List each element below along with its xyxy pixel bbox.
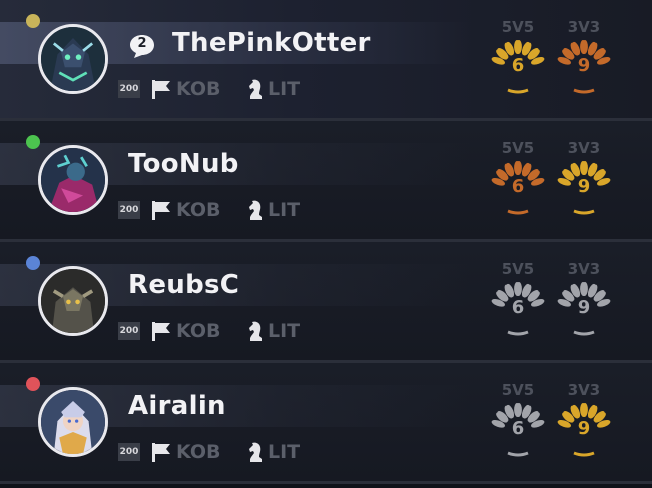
status-indicator <box>26 256 40 270</box>
rank-number: 6 <box>511 297 525 318</box>
player-name[interactable]: ReubsC <box>128 270 239 300</box>
kob-label: KOB <box>176 441 221 463</box>
rank-number: 9 <box>577 55 591 76</box>
kob-label: KOB <box>176 199 221 221</box>
flag-icon <box>150 320 172 342</box>
chess-knight-icon <box>244 440 266 464</box>
unread-message-count: 2 <box>137 36 147 51</box>
rank-number: 6 <box>511 55 525 76</box>
level-badge: 200 <box>118 80 140 98</box>
avatar[interactable] <box>38 387 108 457</box>
lit-label: LIT <box>268 320 301 342</box>
rank-number: 9 <box>577 418 591 439</box>
level-badge: 200 <box>118 443 140 461</box>
avatar[interactable] <box>38 145 108 215</box>
status-indicator <box>26 14 40 28</box>
kob-label: KOB <box>176 78 221 100</box>
rank-number: 9 <box>577 297 591 318</box>
rank-laurel-icon[interactable]: 9 <box>556 38 612 96</box>
mode-label-5v5: 5V5 <box>501 18 535 36</box>
chess-knight-icon <box>244 198 266 222</box>
level-badge: 200 <box>118 201 140 219</box>
rank-laurel-icon[interactable]: 9 <box>556 401 612 459</box>
avatar[interactable] <box>38 24 108 94</box>
rank-number: 6 <box>511 418 525 439</box>
player-name[interactable]: ThePinkOtter <box>172 28 371 58</box>
rank-laurel-icon[interactable]: 6 <box>490 38 546 96</box>
player-card[interactable]: 2 ThePinkOtter 200 KOB LIT 5V5 6 3V3 9 <box>0 0 652 121</box>
status-indicator <box>26 377 40 391</box>
mode-label-3v3: 3V3 <box>567 260 601 278</box>
rank-number: 9 <box>577 176 591 197</box>
flag-icon <box>150 78 172 100</box>
rank-laurel-icon[interactable]: 9 <box>556 280 612 338</box>
player-card[interactable]: Airalin 200 KOB LIT 5V5 6 3V3 9 <box>0 363 652 484</box>
rank-laurel-icon[interactable]: 6 <box>490 280 546 338</box>
flag-icon <box>150 441 172 463</box>
player-card[interactable]: ReubsC 200 KOB LIT 5V5 6 3V3 9 <box>0 242 652 363</box>
mode-label-3v3: 3V3 <box>567 381 601 399</box>
rank-laurel-icon[interactable]: 9 <box>556 159 612 217</box>
player-card[interactable]: TooNub 200 KOB LIT 5V5 6 3V3 9 <box>0 121 652 242</box>
mode-label-5v5: 5V5 <box>501 260 535 278</box>
lit-label: LIT <box>268 441 301 463</box>
mode-label-3v3: 3V3 <box>567 139 601 157</box>
mode-label-3v3: 3V3 <box>567 18 601 36</box>
rank-laurel-icon[interactable]: 6 <box>490 159 546 217</box>
chess-knight-icon <box>244 77 266 101</box>
rank-number: 6 <box>511 176 525 197</box>
avatar[interactable] <box>38 266 108 336</box>
player-name[interactable]: TooNub <box>128 149 239 179</box>
chess-knight-icon <box>244 319 266 343</box>
status-indicator <box>26 135 40 149</box>
rank-laurel-icon[interactable]: 6 <box>490 401 546 459</box>
speech-bubble-icon[interactable]: 2 <box>128 33 156 59</box>
mode-label-5v5: 5V5 <box>501 381 535 399</box>
level-badge: 200 <box>118 322 140 340</box>
mode-label-5v5: 5V5 <box>501 139 535 157</box>
flag-icon <box>150 199 172 221</box>
lit-label: LIT <box>268 78 301 100</box>
lit-label: LIT <box>268 199 301 221</box>
kob-label: KOB <box>176 320 221 342</box>
player-name[interactable]: Airalin <box>128 391 226 421</box>
